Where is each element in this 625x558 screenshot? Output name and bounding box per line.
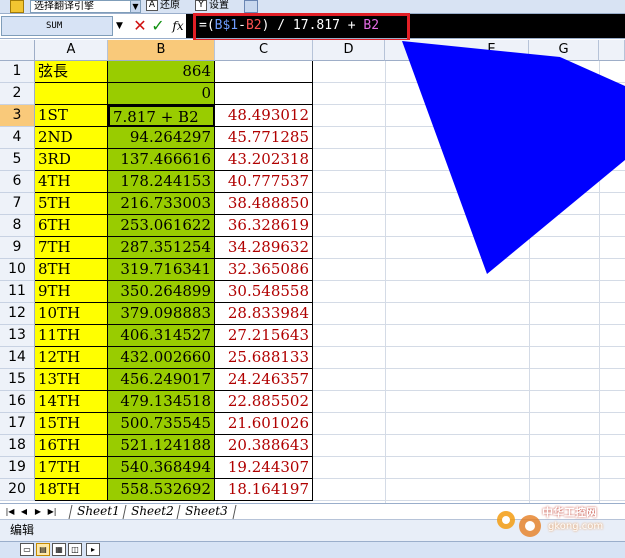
tab-sheet1-label: Sheet1	[77, 504, 120, 518]
tab-sheet2-label: Sheet2	[131, 504, 174, 518]
first-sheet-icon[interactable]: |◀	[4, 506, 16, 518]
arrow-shape-fill	[402, 41, 625, 274]
watermark-url: gkong.com	[548, 521, 604, 532]
tab-sheet1[interactable]: Sheet1	[68, 504, 129, 519]
watermark: 中华工控网 gkong.com	[490, 500, 620, 542]
tab-sheet2[interactable]: Sheet2	[122, 504, 183, 519]
page-layout-icon[interactable]: ▤	[36, 543, 50, 556]
bottom-toolbar: ▭ ▤ ▦ ◫ ▸	[0, 541, 625, 558]
tab-sheet3[interactable]: Sheet3	[176, 504, 237, 519]
status-mode: 编辑	[10, 523, 35, 537]
next-sheet-icon[interactable]: ▶	[32, 506, 44, 518]
gear-logo-icon	[497, 511, 541, 537]
last-sheet-icon[interactable]: ▶|	[46, 506, 58, 518]
tab-sheet3-label: Sheet3	[185, 504, 228, 518]
prev-sheet-icon[interactable]: ◀	[18, 506, 30, 518]
normal-view-icon[interactable]: ▭	[20, 543, 34, 556]
watermark-title: 中华工控网	[542, 506, 597, 519]
zoom-icon[interactable]: ◫	[68, 543, 82, 556]
arrow-shape[interactable]	[0, 0, 625, 558]
macro-icon[interactable]: ▸	[86, 543, 100, 556]
page-break-icon[interactable]: ▦	[52, 543, 66, 556]
